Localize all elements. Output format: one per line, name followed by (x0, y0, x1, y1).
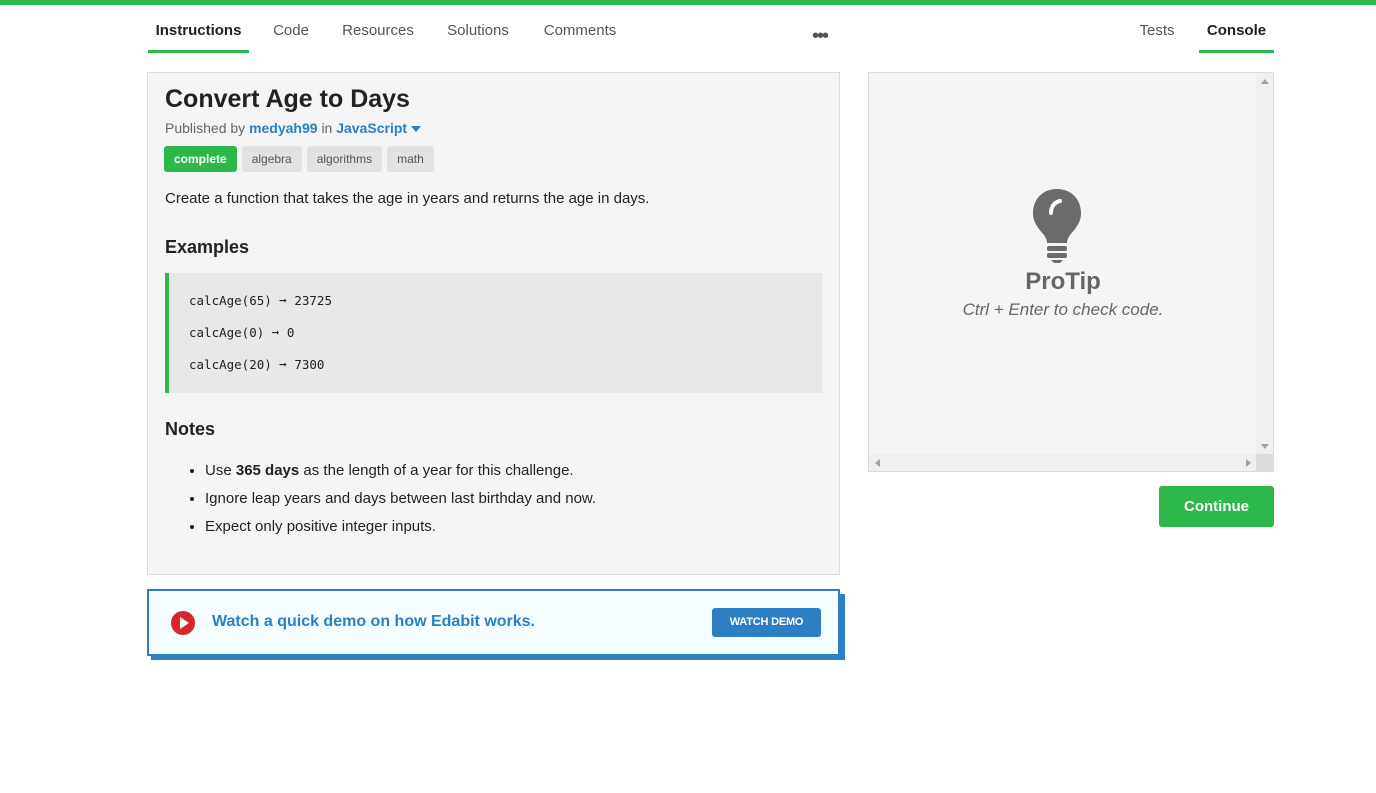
vertical-scrollbar[interactable] (1256, 73, 1273, 455)
tag-list: complete algebra algorithms math (164, 146, 434, 172)
in-label: in (321, 120, 333, 136)
tab-instructions[interactable]: Instructions (148, 22, 249, 53)
author-link[interactable]: medyah99 (249, 120, 317, 136)
instructions-panel: Convert Age to Days Published by medyah9… (147, 72, 840, 575)
note-text: Use (205, 462, 232, 479)
more-options-icon[interactable]: ••• (812, 26, 829, 46)
tab-comments[interactable]: Comments (536, 22, 624, 53)
list-item: Ignore leap years and days between last … (205, 489, 596, 517)
language-dropdown[interactable]: JavaScript (336, 120, 422, 136)
list-item: Use 365 days as the length of a year for… (205, 461, 596, 489)
example-line: calcAge(65) ➞ 23725 (189, 293, 332, 308)
note-text: as the length of a year for this challen… (303, 462, 574, 479)
language-label: JavaScript (336, 120, 408, 136)
tag-algorithms[interactable]: algorithms (306, 146, 383, 172)
challenge-description: Create a function that takes the age in … (165, 190, 650, 207)
scroll-left-icon[interactable] (875, 459, 880, 467)
top-accent-bar (0, 0, 1376, 5)
examples-code-block: calcAge(65) ➞ 23725 calcAge(0) ➞ 0 calcA… (165, 273, 822, 393)
challenge-title: Convert Age to Days (165, 85, 410, 113)
continue-button[interactable]: Continue (1159, 486, 1274, 527)
tab-tests[interactable]: Tests (1132, 22, 1182, 53)
scroll-down-icon[interactable] (1261, 444, 1269, 449)
protip-title: ProTip (1025, 268, 1101, 295)
lightbulb-icon (1033, 189, 1081, 263)
tag-algebra[interactable]: algebra (241, 146, 302, 172)
watch-demo-button[interactable]: WATCH DEMO (712, 608, 821, 637)
scroll-up-icon[interactable] (1261, 79, 1269, 84)
scroll-corner (1256, 454, 1273, 471)
example-line: calcAge(0) ➞ 0 (189, 325, 295, 340)
list-item: Expect only positive integer inputs. (205, 517, 596, 545)
demo-banner: Watch a quick demo on how Edabit works. … (147, 589, 840, 656)
published-by-label: Published by (165, 120, 246, 136)
chevron-down-icon (411, 126, 422, 133)
demo-text[interactable]: Watch a quick demo on how Edabit works. (212, 613, 535, 631)
tab-code[interactable]: Code (266, 22, 316, 53)
protip-text: Ctrl + Enter to check code. (962, 300, 1164, 319)
example-line: calcAge(20) ➞ 7300 (189, 357, 325, 372)
play-icon[interactable] (171, 611, 195, 635)
note-bold-text: 365 days (235, 462, 300, 479)
tab-solutions[interactable]: Solutions (440, 22, 516, 53)
examples-heading: Examples (165, 237, 250, 257)
tag-math[interactable]: math (387, 146, 434, 172)
tab-console[interactable]: Console (1199, 22, 1274, 53)
notes-list: Use 365 days as the length of a year for… (205, 461, 596, 545)
tag-complete[interactable]: complete (164, 146, 237, 172)
scroll-right-icon[interactable] (1246, 459, 1251, 467)
horizontal-scrollbar[interactable] (869, 454, 1257, 471)
byline: Published by medyah99 in JavaScript (165, 120, 422, 136)
tab-resources[interactable]: Resources (336, 22, 420, 53)
notes-heading: Notes (165, 419, 216, 439)
console-panel: ProTip Ctrl + Enter to check code. (868, 72, 1274, 472)
